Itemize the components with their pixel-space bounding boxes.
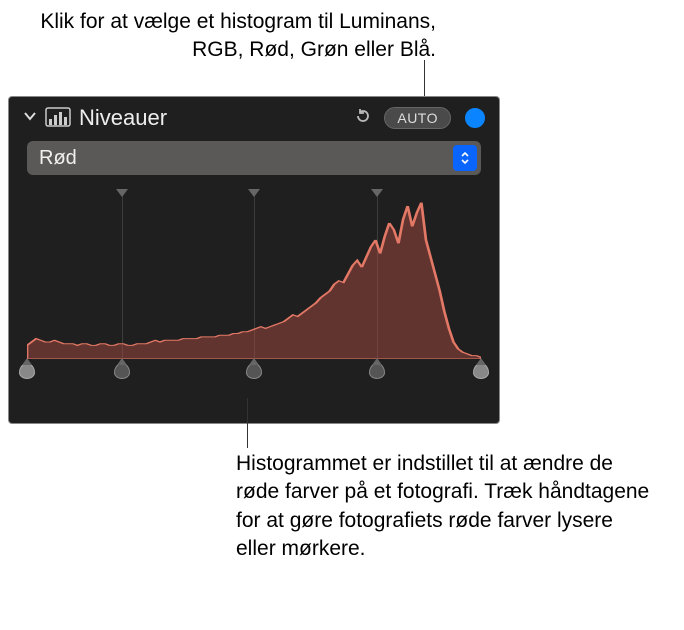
enabled-indicator-icon[interactable]: [465, 108, 485, 128]
callout-bottom: Histogrammet er indstillet til at ændre …: [236, 450, 656, 563]
shadows-handle[interactable]: [114, 363, 130, 379]
channel-select-row: Rød: [9, 137, 499, 183]
levels-icon: [45, 107, 71, 129]
updown-arrows-icon: [453, 145, 477, 171]
channel-select[interactable]: Rød: [27, 141, 481, 175]
collapse-chevron-icon[interactable]: [23, 109, 37, 128]
histogram-curve: [27, 189, 481, 359]
white-point-handle[interactable]: [473, 363, 489, 379]
midtones-handle[interactable]: [246, 363, 262, 379]
callout-top: Klik for at vælge et histogram til Lumin…: [16, 8, 436, 65]
histogram-slider-rail: [27, 359, 481, 387]
panel-title: Niveauer: [79, 105, 342, 131]
channel-select-label: Rød: [39, 147, 77, 170]
callout-leader-bottom: [247, 398, 248, 448]
black-point-handle[interactable]: [19, 363, 35, 379]
reset-icon[interactable]: [350, 107, 376, 130]
histogram[interactable]: [27, 189, 481, 387]
auto-button[interactable]: AUTO: [384, 107, 451, 129]
levels-panel: Niveauer AUTO Rød: [8, 96, 500, 424]
highlights-handle[interactable]: [369, 363, 385, 379]
panel-header: Niveauer AUTO: [9, 97, 499, 137]
